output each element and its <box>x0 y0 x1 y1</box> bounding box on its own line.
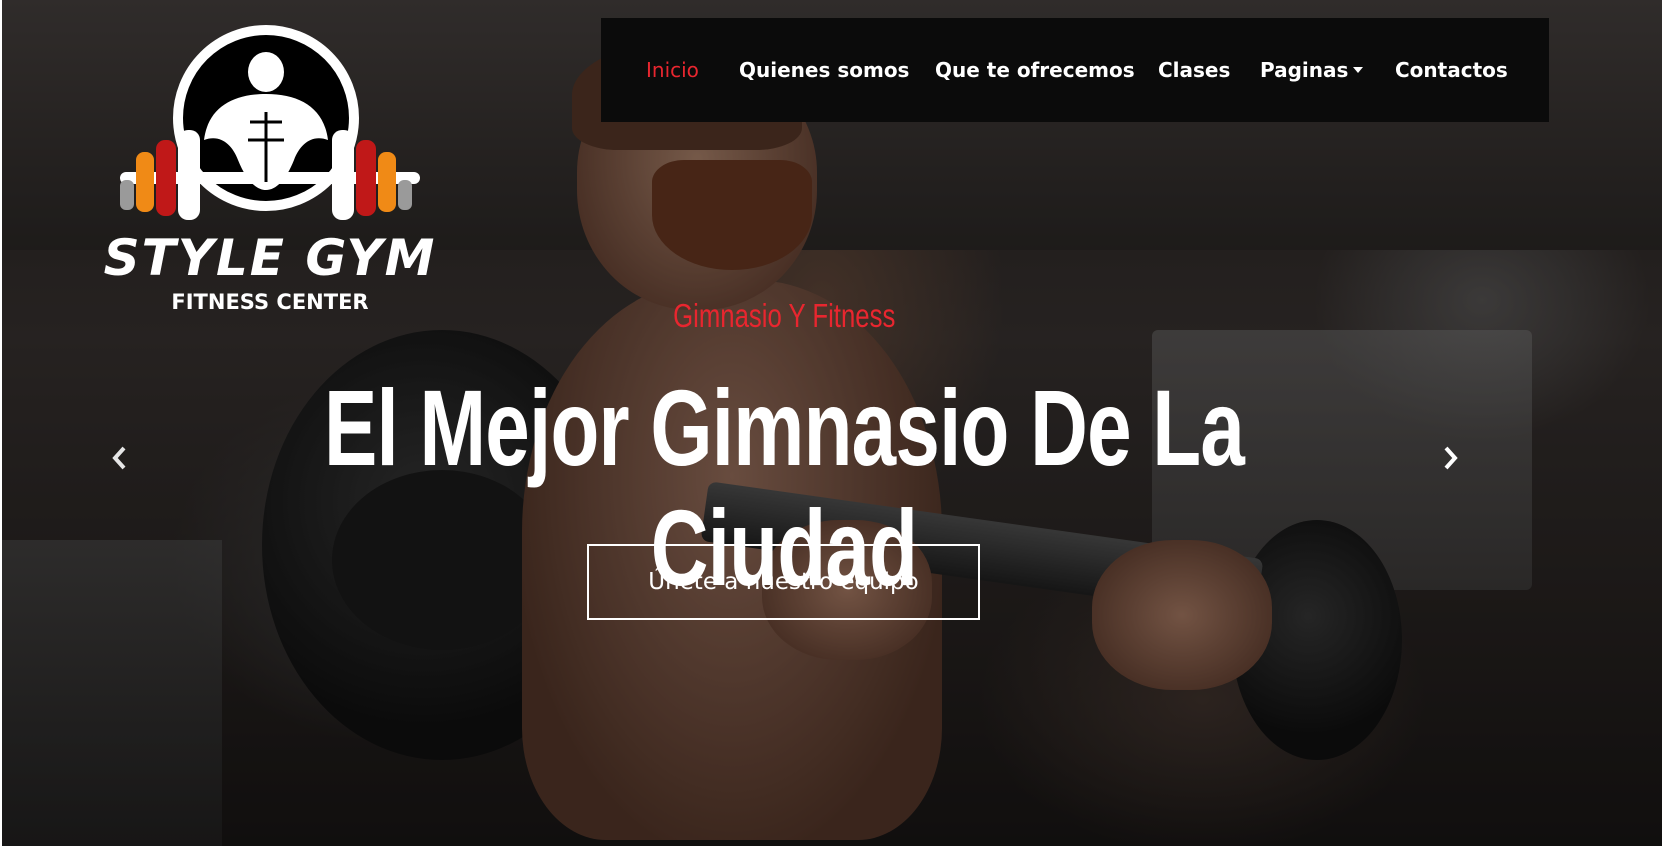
nav-item-inicio[interactable]: Inicio <box>646 18 699 122</box>
carousel-prev-button[interactable] <box>106 444 134 472</box>
nav-item-clases[interactable]: Clases <box>1158 18 1230 122</box>
site-logo[interactable]: STYLE GYM FITNESS CENTER <box>100 22 440 314</box>
nav-item-que-te-ofrecemos[interactable]: Que te ofrecemos <box>935 18 1135 122</box>
nav-item-label: Inicio <box>646 58 699 82</box>
nav-item-label: Paginas <box>1260 58 1349 82</box>
nav-item-paginas-dropdown[interactable]: Paginas <box>1260 18 1364 122</box>
join-team-button[interactable]: Únete a nuestro equipo <box>587 544 980 620</box>
chevron-left-icon <box>112 446 126 470</box>
chevron-right-icon <box>1444 446 1458 470</box>
nav-item-label: Que te ofrecemos <box>935 58 1135 82</box>
logo-title: STYLE GYM <box>103 229 437 287</box>
nav-item-quienes-somos[interactable]: Quienes somos <box>739 18 909 122</box>
nav-item-label: Quienes somos <box>739 58 910 82</box>
nav-item-label: Contactos <box>1395 58 1508 82</box>
carousel-next-button[interactable] <box>1436 444 1464 472</box>
nav-item-label: Clases <box>1158 58 1231 82</box>
nav-item-contactos[interactable]: Contactos <box>1395 18 1508 122</box>
bodybuilder-barbell-icon <box>120 25 420 220</box>
hero-subtitle: Gimnasio Y Fitness <box>673 297 896 334</box>
main-navbar: Inicio Quienes somos Que te ofrecemos Cl… <box>601 18 1549 122</box>
caret-down-icon <box>1353 66 1364 73</box>
